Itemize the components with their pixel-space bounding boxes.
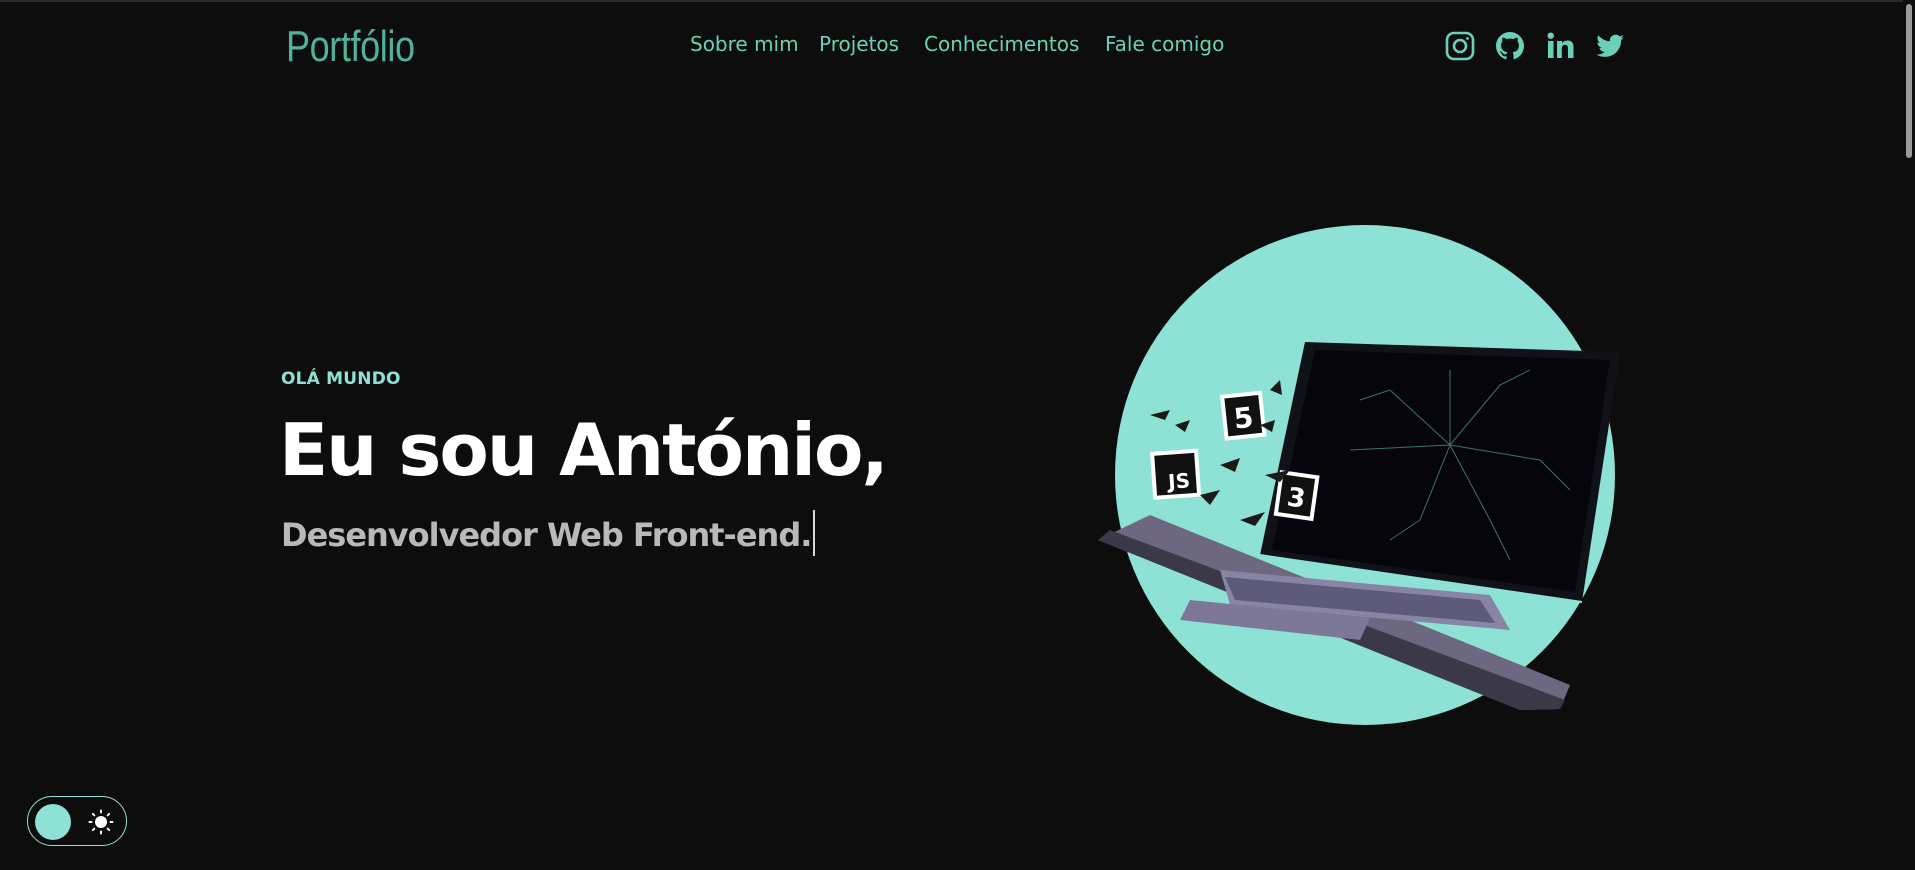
hero-illustration: 5 JS 3 xyxy=(1090,220,1630,730)
scrollbar-thumb[interactable] xyxy=(1906,4,1912,158)
nav-link-projetos[interactable]: Projetos xyxy=(819,32,899,56)
svg-text:JS: JS xyxy=(1165,468,1190,494)
typing-caret xyxy=(813,510,816,556)
twitter-icon[interactable] xyxy=(1594,30,1626,62)
github-icon[interactable] xyxy=(1494,30,1526,62)
linkedin-icon[interactable] xyxy=(1544,30,1576,62)
instagram-icon[interactable] xyxy=(1444,30,1476,62)
page-scrollbar[interactable] xyxy=(1903,0,1915,870)
laptop-icon: 5 JS 3 xyxy=(1098,225,1620,725)
nav-link-conhecimentos[interactable]: Conhecimentos xyxy=(924,32,1079,56)
hero-title: Eu sou António, xyxy=(279,408,889,492)
hero-eyebrow: OLÁ MUNDO xyxy=(281,369,401,389)
nav-link-sobre-mim[interactable]: Sobre mim xyxy=(690,32,799,56)
sun-icon xyxy=(88,809,114,835)
svg-text:5: 5 xyxy=(1232,401,1255,436)
hero-subtitle: Desenvolvedor Web Front-end. xyxy=(281,510,816,556)
page: Portfólio Sobre mim Projetos Conheciment… xyxy=(0,0,1915,870)
window-top-border xyxy=(0,0,1915,2)
toggle-knob xyxy=(35,804,71,840)
hero-subtitle-text: Desenvolvedor Web Front-end. xyxy=(281,516,812,554)
nav-link-fale-comigo[interactable]: Fale comigo xyxy=(1105,32,1224,56)
theme-toggle[interactable] xyxy=(27,796,127,846)
logo[interactable]: Portfólio xyxy=(286,22,415,72)
